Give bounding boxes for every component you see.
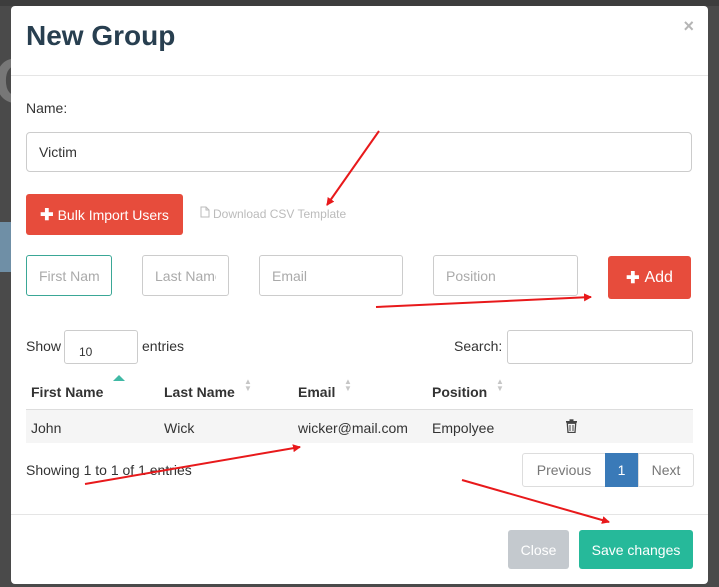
table-search-input[interactable] — [507, 330, 693, 364]
email-input[interactable] — [259, 255, 403, 296]
pagination-next-button[interactable]: Next — [638, 453, 694, 487]
modal-header: New Group × — [11, 6, 708, 76]
previous-label: Previous — [536, 462, 592, 478]
add-user-button[interactable]: ✚ Add — [608, 256, 691, 299]
entries-select[interactable]: 10 — [64, 330, 138, 364]
file-icon — [200, 206, 210, 221]
add-label: Add — [644, 268, 673, 286]
column-header-position[interactable]: Position — [432, 384, 487, 400]
save-changes-button[interactable]: Save changes — [579, 530, 693, 569]
new-group-modal: New Group × Name: ✚ Bulk Import Users Do… — [11, 6, 708, 584]
download-csv-label: Download CSV Template — [213, 206, 347, 221]
first-name-input[interactable] — [26, 255, 112, 296]
modal-title: New Group — [26, 20, 176, 51]
column-header-last-name[interactable]: Last Name — [164, 384, 235, 400]
plus-icon: ✚ — [626, 269, 640, 287]
show-label: Show — [26, 338, 62, 354]
group-name-input[interactable] — [26, 132, 692, 172]
close-icon[interactable]: × — [683, 16, 694, 37]
sort-icon[interactable]: ▲ ▼ — [244, 378, 252, 393]
next-label: Next — [651, 462, 681, 478]
plus-icon: ✚ — [40, 206, 54, 224]
footer-divider — [11, 514, 708, 515]
sort-ascending-icon[interactable] — [113, 375, 125, 381]
entries-label: entries — [142, 338, 185, 354]
sort-icon[interactable]: ▲ ▼ — [496, 378, 504, 393]
pagination-page-button[interactable]: 1 — [605, 453, 638, 487]
sort-icon[interactable]: ▲ ▼ — [344, 378, 352, 393]
page-number: 1 — [617, 462, 626, 478]
showing-entries-text: Showing 1 to 1 of 1 entries — [26, 462, 192, 478]
last-name-input[interactable] — [142, 255, 229, 296]
bulk-import-label: Bulk Import Users — [57, 206, 169, 223]
trash-icon[interactable] — [565, 419, 578, 438]
name-label: Name: — [26, 100, 68, 116]
column-header-email[interactable]: Email — [298, 384, 335, 400]
column-header-first-name[interactable]: First Name — [31, 384, 103, 400]
cell-last-name: Wick — [164, 420, 195, 436]
cell-first-name: John — [31, 420, 62, 436]
cell-position: Empolyee — [432, 420, 495, 436]
close-button[interactable]: Close — [508, 530, 569, 569]
cell-email: wicker@mail.com — [298, 420, 408, 436]
pagination-previous-button[interactable]: Previous — [522, 453, 618, 487]
search-label: Search: — [454, 338, 503, 354]
bulk-import-users-button[interactable]: ✚ Bulk Import Users — [26, 194, 183, 235]
position-input[interactable] — [433, 255, 578, 296]
download-csv-template-link[interactable]: Download CSV Template — [200, 206, 346, 221]
